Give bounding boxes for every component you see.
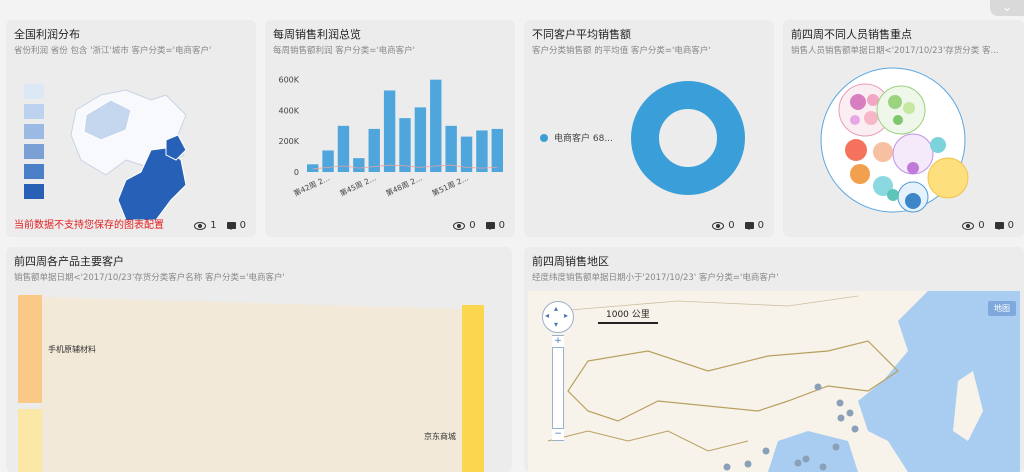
bar[interactable] xyxy=(476,130,488,172)
comments[interactable]: 0 xyxy=(994,220,1014,231)
sankey-node-left-2[interactable] xyxy=(18,409,42,472)
card-footer: 0 0 xyxy=(962,220,1014,231)
comment-icon xyxy=(226,222,236,230)
y-tick-label: 400K xyxy=(278,106,299,115)
card-subtitle: 销售额单据日期<'2017/10/23'存货分类客户名称 客户分类='电商客户' xyxy=(14,273,285,283)
legend-marker xyxy=(540,134,548,142)
chevron-right-icon[interactable]: ▸ xyxy=(564,311,568,320)
views-count: 0 xyxy=(469,220,476,231)
eye-icon xyxy=(712,221,725,230)
card-subtitle: 省份利润 省份 包含 '浙江'城市 客户分类='电商客户' xyxy=(14,46,212,56)
bar[interactable] xyxy=(337,125,350,172)
comment-icon xyxy=(994,222,1004,230)
bar[interactable] xyxy=(368,128,380,172)
views[interactable]: 1 xyxy=(194,220,217,231)
bar[interactable] xyxy=(430,79,442,172)
bar[interactable] xyxy=(414,107,427,172)
views-count: 0 xyxy=(728,220,735,231)
comments[interactable]: 0 xyxy=(485,220,505,231)
x-tick-label: 第51周 2... xyxy=(430,173,469,198)
card-title: 前四周各产品主要客户 xyxy=(14,255,124,268)
eye-icon xyxy=(194,221,207,230)
card-footer: 1 0 xyxy=(194,220,246,231)
views-count: 1 xyxy=(210,220,217,231)
card-subtitle: 客户分类销售额 的平均值 客户分类='电商客户' xyxy=(532,46,711,56)
views[interactable]: 0 xyxy=(712,220,735,231)
bar[interactable] xyxy=(322,150,334,172)
chevron-up-icon[interactable]: ▴ xyxy=(554,304,558,313)
weekly-sales-chart[interactable]: 0200K400K600K第42周 2... 第45周 2... 第48周 2...… xyxy=(265,60,515,220)
pan-control[interactable]: ▴ ▾ ◂ ▸ xyxy=(542,301,574,333)
province-map[interactable] xyxy=(6,60,256,220)
chevron-down-icon[interactable]: ▾ xyxy=(554,320,558,329)
comments-count: 0 xyxy=(239,220,246,231)
card-subtitle: 销售人员销售额单据日期<'2017/10/23'存货分类 客... xyxy=(791,46,999,56)
views-count: 0 xyxy=(978,220,985,231)
avg-sales-donut[interactable]: 电商客户 68... xyxy=(524,60,774,220)
weekly-sales-card: 每周销售利润总览 每周销售额利润 客户分类='电商客户' 0 200K 400K 60… xyxy=(265,20,515,237)
views[interactable]: 0 xyxy=(962,220,985,231)
comment-icon xyxy=(485,222,495,230)
collapse-button[interactable]: ⌄ xyxy=(990,0,1024,16)
y-tick-label: 0 xyxy=(294,168,299,177)
donut-slice[interactable] xyxy=(631,81,745,195)
profit-distribution-card: 全国利润分布 省份利润 省份 包含 '浙江'城市 客户分类='电商客户' 当前数… xyxy=(6,20,256,237)
card-title: 不同客户平均销售额 xyxy=(532,28,631,41)
eye-icon xyxy=(453,221,466,230)
comments[interactable]: 0 xyxy=(226,220,246,231)
bar[interactable] xyxy=(399,118,411,172)
sankey-right-label: 京东商城 xyxy=(424,432,456,441)
sankey-chart[interactable] xyxy=(6,291,512,472)
card-title: 前四周销售地区 xyxy=(532,255,609,268)
sankey-left-label: 手机原辅材料 xyxy=(48,345,96,354)
comments-count: 0 xyxy=(498,220,505,231)
chevron-down-icon: ⌄ xyxy=(1001,0,1013,14)
avg-sales-card: 不同客户平均销售额 客户分类销售额 的平均值 客户分类='电商客户' 电商客户 … xyxy=(524,20,774,237)
comment-icon xyxy=(744,222,754,230)
zoom-in-button[interactable]: + xyxy=(552,336,564,348)
zoom-out-button[interactable]: − xyxy=(552,428,564,440)
sankey-node-right[interactable] xyxy=(462,305,484,472)
card-title: 每周销售利润总览 xyxy=(273,28,361,41)
card-footer: 0 0 xyxy=(712,220,764,231)
chevron-left-icon[interactable]: ◂ xyxy=(545,311,549,320)
eye-icon xyxy=(962,221,975,230)
bar[interactable] xyxy=(491,128,503,172)
x-tick-label: 第48周 2... xyxy=(384,173,423,198)
x-tick-label: 第45周 2... xyxy=(338,173,377,198)
zoom-slider[interactable]: + − xyxy=(552,335,564,441)
bar[interactable] xyxy=(353,158,365,172)
sales-region-card: 前四周销售地区 经度纬度销售额单据日期小于'2017/10/23' 客户分类='… xyxy=(524,247,1024,472)
card-title: 前四周不同人员销售重点 xyxy=(791,28,912,41)
card-subtitle: 每周销售额利润 客户分类='电商客户' xyxy=(273,46,415,56)
bar[interactable] xyxy=(383,90,396,172)
legend-label: 电商客户 68... xyxy=(554,132,613,144)
views[interactable]: 0 xyxy=(453,220,476,231)
scale-bar: 1000 公里 xyxy=(598,307,658,324)
comments[interactable]: 0 xyxy=(744,220,764,231)
warning-text: 当前数据不支持您保存的图表配置 xyxy=(14,220,164,231)
card-subtitle: 经度纬度销售额单据日期小于'2017/10/23' 客户分类='电商客户' xyxy=(532,273,779,283)
product-customers-card: 前四周各产品主要客户 销售额单据日期<'2017/10/23'存货分类客户名称 … xyxy=(6,247,512,472)
comments-count: 0 xyxy=(1007,220,1014,231)
comments-count: 0 xyxy=(757,220,764,231)
map-legend xyxy=(24,84,44,199)
sankey-node-left-1[interactable] xyxy=(18,295,42,403)
y-tick-label: 600K xyxy=(278,76,299,85)
map-type-button[interactable]: 地图 xyxy=(988,301,1016,316)
card-footer: 0 0 xyxy=(453,220,505,231)
y-tick-label: 200K xyxy=(278,137,299,146)
sales-focus-card: 前四周不同人员销售重点 销售人员销售额单据日期<'2017/10/23'存货分类… xyxy=(783,20,1024,237)
bubble-pack-chart[interactable] xyxy=(783,60,1024,220)
card-title: 全国利润分布 xyxy=(14,28,80,41)
